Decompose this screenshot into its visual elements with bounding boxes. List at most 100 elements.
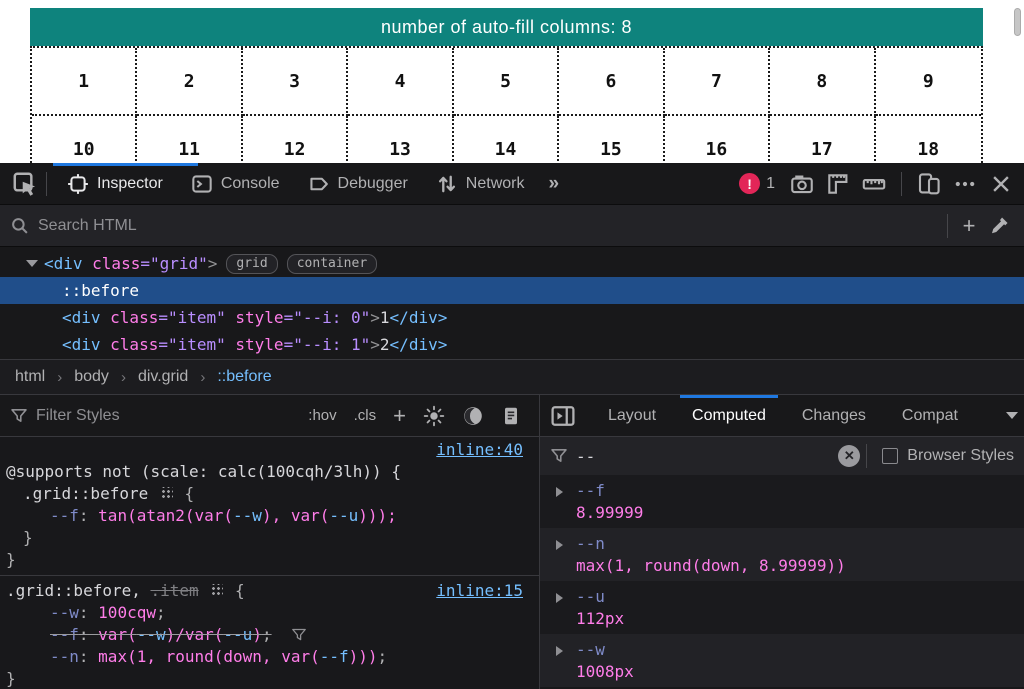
tab-label: Console xyxy=(221,175,280,193)
devtools-panel: Inspector Console Debugger xyxy=(0,163,1024,689)
rule-selector[interactable]: .grid::before, xyxy=(6,581,141,600)
tab-network[interactable]: Network xyxy=(422,163,539,204)
more-tabs-button[interactable]: » xyxy=(538,173,567,195)
devtools-menu-button[interactable] xyxy=(950,169,980,199)
markup-node-item-1[interactable]: <div class="item" style="--i: 0">1</div> xyxy=(0,304,1024,331)
ruler-button[interactable] xyxy=(859,169,889,199)
breadcrumb-item-div-grid[interactable]: div.grid xyxy=(138,368,188,386)
computed-property-row[interactable]: --u 112px xyxy=(540,581,1024,634)
css-variable-ref[interactable]: --f xyxy=(320,647,349,666)
property-name: --n xyxy=(50,647,79,666)
breadcrumb-item-body[interactable]: body xyxy=(74,368,109,386)
grid-badge[interactable]: grid xyxy=(226,254,277,274)
overridden-filter-icon[interactable] xyxy=(291,627,307,643)
grid-highlighter-toggle-icon[interactable] xyxy=(160,487,173,500)
error-count-badge[interactable]: ! xyxy=(739,173,760,194)
rule-selector[interactable]: .grid::before xyxy=(23,484,148,503)
filter-styles-input[interactable] xyxy=(36,407,186,425)
grid-cell: 7 xyxy=(665,48,770,116)
tab-layout[interactable]: Layout xyxy=(604,395,660,436)
pick-element-button[interactable] xyxy=(10,169,40,199)
css-variable-ref[interactable]: --w xyxy=(233,506,262,525)
css-variable-ref[interactable]: --u xyxy=(329,506,358,525)
expand-property-icon[interactable] xyxy=(556,487,563,497)
computed-panel: Layout Computed Changes Compat ✕ Browser… xyxy=(540,395,1024,689)
container-badge[interactable]: container xyxy=(287,254,377,274)
tab-inspector[interactable]: Inspector xyxy=(53,163,177,204)
node-text: 2 xyxy=(380,335,390,354)
declaration-f[interactable]: --f: tan(atan2(var(--w), var(--u))); xyxy=(0,505,539,527)
tab-computed[interactable]: Computed xyxy=(688,395,770,436)
computed-filter-input[interactable] xyxy=(576,447,838,466)
css-variable-ref[interactable]: --w xyxy=(137,625,166,644)
unmatched-selector[interactable]: .item xyxy=(151,581,199,600)
rule-source-link[interactable]: inline:15 xyxy=(436,580,523,602)
page-scrollbar-thumb[interactable] xyxy=(1014,8,1021,36)
declaration-w[interactable]: --w: 100cqw; xyxy=(0,602,539,624)
tab-compat[interactable]: Compat xyxy=(898,395,962,436)
breadcrumb-item-html[interactable]: html xyxy=(15,368,45,386)
devtools-toolbar: Inspector Console Debugger xyxy=(0,163,1024,205)
eyedropper-button[interactable] xyxy=(984,211,1014,241)
computed-property-value: 112px xyxy=(576,609,1024,628)
markup-node-item-2[interactable]: <div class="item" style="--i: 1">2</div> xyxy=(0,331,1024,358)
breadcrumb-item-before[interactable]: ::before xyxy=(217,368,271,386)
close-devtools-button[interactable] xyxy=(986,169,1016,199)
grid-cell: 4 xyxy=(348,48,453,116)
class-toggle-button[interactable]: .cls xyxy=(354,407,377,424)
browser-styles-label: Browser Styles xyxy=(907,447,1014,465)
expander-arrow-icon[interactable] xyxy=(26,260,38,267)
clear-filter-button[interactable]: ✕ xyxy=(838,445,860,467)
computed-property-name: --f xyxy=(576,481,1024,500)
computed-property-row[interactable]: --f 8.99999 xyxy=(540,475,1024,528)
declaration-n[interactable]: --n: max(1, round(down, var(--f))); xyxy=(0,646,539,668)
print-simulation-icon[interactable] xyxy=(501,406,521,426)
corner-ruler-icon xyxy=(826,172,850,196)
screenshot-button[interactable] xyxy=(787,169,817,199)
grid-cell: 1 xyxy=(32,48,137,116)
breadcrumb-separator: › xyxy=(57,369,62,386)
attr-value: ="--i: 0" xyxy=(284,308,371,327)
toolbar-separator xyxy=(46,172,47,196)
grid-cell: 9 xyxy=(876,48,981,116)
computed-filter-bar: ✕ Browser Styles xyxy=(540,437,1024,475)
expand-property-icon[interactable] xyxy=(556,593,563,603)
responsive-design-button[interactable] xyxy=(914,169,944,199)
pseudo-class-button[interactable]: :hov xyxy=(308,407,336,424)
expand-property-icon[interactable] xyxy=(556,646,563,656)
tab-console[interactable]: Console xyxy=(177,163,294,204)
grid-highlighter-toggle-icon[interactable] xyxy=(210,584,223,597)
filter-separator xyxy=(866,444,867,468)
markup-node-before-pseudo[interactable]: ::before xyxy=(0,277,1024,304)
add-rule-button[interactable]: + xyxy=(393,403,406,429)
console-icon xyxy=(191,173,213,195)
computed-property-row[interactable]: --w 1008px xyxy=(540,634,1024,687)
sidebar-toggle-icon[interactable] xyxy=(550,403,576,429)
pick-element-icon xyxy=(12,171,38,197)
measure-tool-button[interactable] xyxy=(823,169,853,199)
declaration-f-overridden[interactable]: --f: var(--w)/var(--u); xyxy=(0,624,539,646)
grid-cell: 18 xyxy=(876,116,981,163)
property-name: --f xyxy=(50,506,79,525)
browser-styles-checkbox[interactable] xyxy=(882,448,898,464)
tab-label: Debugger xyxy=(338,175,408,193)
tab-debugger[interactable]: Debugger xyxy=(294,163,422,204)
web-page-viewport: number of auto-fill columns: 8 1 2 3 4 5… xyxy=(0,0,1024,163)
search-html-input[interactable] xyxy=(38,217,941,235)
computed-property-row[interactable]: --n max(1, round(down, 8.99999)) xyxy=(540,528,1024,581)
tag-open: <div xyxy=(44,254,83,273)
at-rule-close-brace: } xyxy=(0,549,539,571)
light-mode-icon[interactable] xyxy=(423,405,445,427)
css-variable-ref[interactable]: --u xyxy=(223,625,252,644)
tabs-dropdown-icon[interactable] xyxy=(1006,412,1018,419)
auto-fill-grid: 1 2 3 4 5 6 7 8 9 10 11 12 13 14 15 16 1… xyxy=(30,46,983,163)
expand-property-icon[interactable] xyxy=(556,540,563,550)
rule-source-link[interactable]: inline:40 xyxy=(436,440,523,459)
responsive-mode-icon xyxy=(917,172,941,196)
tab-changes[interactable]: Changes xyxy=(798,395,870,436)
rules-panel: :hov .cls + xyxy=(0,395,540,689)
rule2-selector-line: .grid::before, .item {inline:15 xyxy=(0,580,539,602)
create-node-button[interactable]: + xyxy=(954,211,984,241)
markup-node-grid[interactable]: <div class="grid">gridcontainer xyxy=(0,250,1024,277)
dark-mode-icon[interactable] xyxy=(462,405,484,427)
